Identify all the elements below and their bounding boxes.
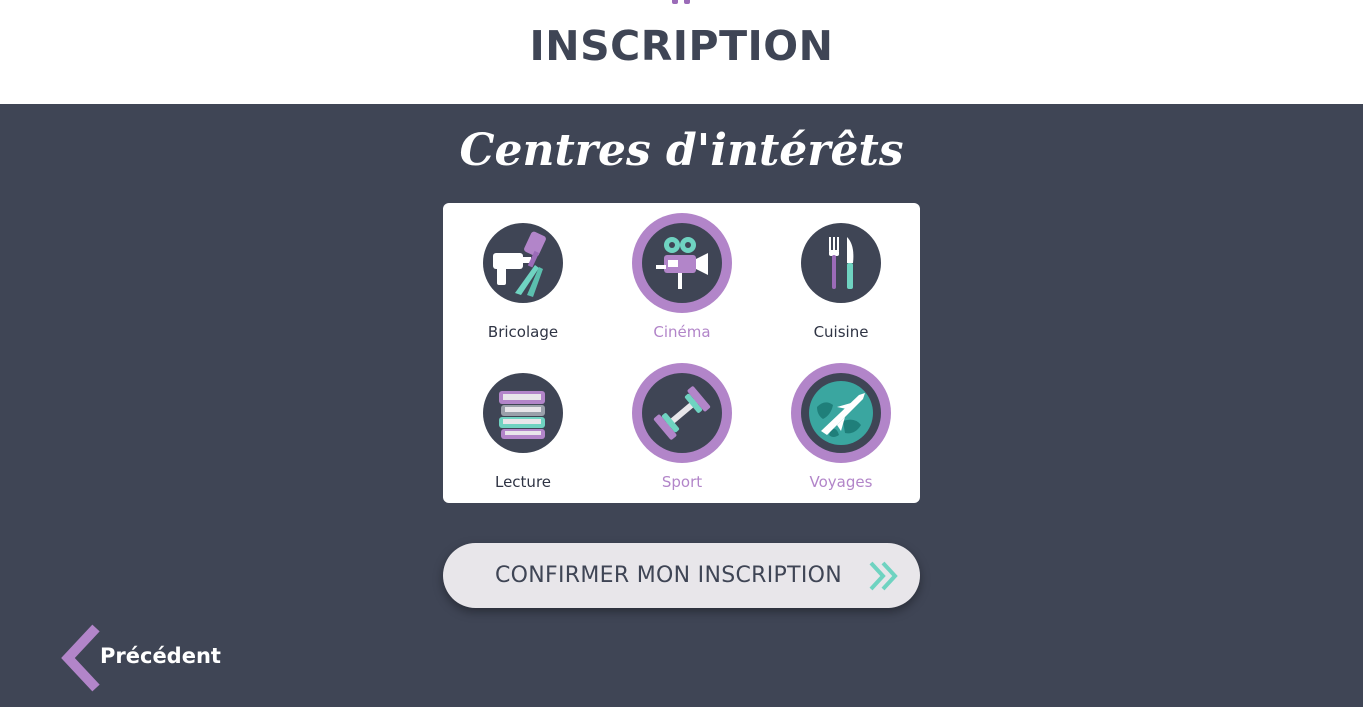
interest-label: Bricolage <box>487 323 559 341</box>
previous-link-label: Précédent <box>100 644 221 668</box>
tools-icon <box>483 223 563 303</box>
interest-cinema[interactable]: Cinéma <box>602 203 762 343</box>
double-chevron-right-icon <box>867 559 901 593</box>
interest-label: Sport <box>661 473 703 491</box>
globe-plane-icon <box>801 373 881 453</box>
dumbbell-icon <box>642 373 722 453</box>
fork-knife-icon <box>801 223 881 303</box>
interest-voyages[interactable]: Voyages <box>761 353 921 493</box>
confirm-button-label: CONFIRMER MON INSCRIPTION <box>495 563 842 588</box>
header: INSCRIPTION <box>0 0 1363 104</box>
logo-fragment <box>684 0 690 4</box>
interest-sport[interactable]: Sport <box>602 353 762 493</box>
page-title: INSCRIPTION <box>529 22 834 70</box>
interest-lecture[interactable]: Lecture <box>443 353 603 493</box>
interest-label: Cinéma <box>653 323 711 341</box>
books-icon <box>483 373 563 453</box>
previous-link[interactable]: Précédent <box>58 624 221 692</box>
interest-bricolage[interactable]: Bricolage <box>443 203 603 343</box>
interest-label: Cuisine <box>813 323 869 341</box>
section-title: Centres d'intérêts <box>459 125 904 176</box>
interests-card: Bricolage Cinéma Cuisine Lecture Sport V… <box>443 203 920 503</box>
interest-label: Voyages <box>809 473 873 491</box>
interest-label: Lecture <box>494 473 552 491</box>
interest-cuisine[interactable]: Cuisine <box>761 203 921 343</box>
movie-camera-icon <box>642 223 722 303</box>
confirm-registration-button[interactable]: CONFIRMER MON INSCRIPTION <box>443 543 920 608</box>
chevron-left-icon <box>58 624 104 692</box>
logo-fragment <box>672 0 678 4</box>
